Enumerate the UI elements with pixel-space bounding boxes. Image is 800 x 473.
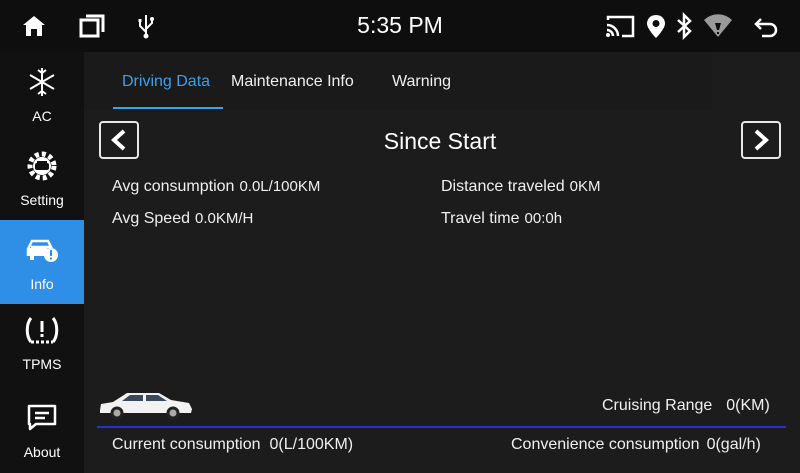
convenience-consumption-value: 0(gal/h): [706, 436, 761, 453]
car-gear-icon: [27, 151, 57, 181]
page-title: Since Start: [383, 128, 497, 154]
sidebar: AC Setting Info TPMS About: [0, 52, 84, 473]
active-tab-indicator: [113, 107, 223, 109]
travel-time-value: 00:0h: [524, 210, 563, 227]
sidebar-item-label: AC: [32, 108, 52, 124]
cast-icon[interactable]: [604, 12, 636, 40]
avg-consumption-value: 0.0L/100KM: [239, 178, 321, 195]
avg-speed-value: 0.0KM/H: [195, 210, 254, 227]
sidebar-item-label: Setting: [20, 192, 64, 208]
convenience-consumption-row: Convenience consumption 0(gal/h): [511, 436, 761, 454]
avg-consumption-label: Avg consumption: [112, 178, 235, 195]
avg-speed-label: Avg Speed: [112, 210, 190, 227]
usb-icon: [138, 15, 154, 39]
travel-time-row: Travel time 00:0h: [441, 210, 562, 228]
sidebar-item-label: About: [23, 444, 61, 460]
message-icon: [27, 404, 57, 431]
location-icon: [647, 15, 665, 38]
car-info-icon: [26, 239, 58, 262]
avg-speed-row: Avg Speed 0.0KM/H: [112, 210, 253, 228]
chevron-right-icon: [754, 129, 769, 151]
sidebar-item-label: Info: [30, 276, 54, 292]
home-icon[interactable]: [20, 12, 48, 40]
distance-traveled-value: 0KM: [569, 178, 601, 195]
tab-maintenance-info[interactable]: Maintenance Info: [231, 73, 354, 91]
current-consumption-label: Current consumption: [112, 436, 261, 453]
recent-apps-icon[interactable]: [78, 12, 106, 40]
next-button[interactable]: [741, 121, 781, 159]
cruising-range-label: Cruising Range: [602, 397, 713, 414]
status-bar: 5:35 PM: [0, 0, 800, 52]
current-consumption-value: 0(L/100KM): [269, 436, 354, 453]
tab-warning[interactable]: Warning: [392, 73, 451, 91]
avg-consumption-row: Avg consumption 0.0L/100KM: [112, 178, 320, 196]
cruising-range-row: Cruising Range 0(KM): [602, 397, 770, 415]
travel-time-label: Travel time: [441, 210, 520, 227]
wifi-icon: [704, 14, 732, 37]
tab-driving-data[interactable]: Driving Data: [122, 73, 210, 91]
sidebar-item-ac[interactable]: AC: [0, 52, 84, 136]
snowflake-icon: [29, 68, 55, 96]
divider: [97, 426, 786, 428]
tire-pressure-icon: [25, 317, 59, 344]
status-clock: 5:35 PM: [357, 12, 443, 38]
cruising-range-value: 0(KM): [726, 397, 770, 414]
back-icon[interactable]: [752, 12, 780, 40]
convenience-consumption-label: Convenience consumption: [511, 436, 700, 453]
car-image: [100, 393, 192, 420]
distance-traveled-label: Distance traveled: [441, 178, 565, 195]
sidebar-item-tpms[interactable]: TPMS: [0, 304, 84, 388]
previous-button[interactable]: [99, 121, 139, 159]
current-consumption-row: Current consumption 0(L/100KM): [112, 436, 353, 454]
tab-bar: Driving Data Maintenance Info Warning: [84, 52, 712, 110]
distance-traveled-row: Distance traveled 0KM: [441, 178, 600, 196]
chevron-left-icon: [111, 129, 126, 151]
bluetooth-icon: [677, 12, 692, 40]
sidebar-item-label: TPMS: [22, 356, 62, 372]
sidebar-item-setting[interactable]: Setting: [0, 136, 84, 220]
sidebar-item-info[interactable]: Info: [0, 220, 84, 304]
sidebar-item-about[interactable]: About: [0, 388, 84, 472]
